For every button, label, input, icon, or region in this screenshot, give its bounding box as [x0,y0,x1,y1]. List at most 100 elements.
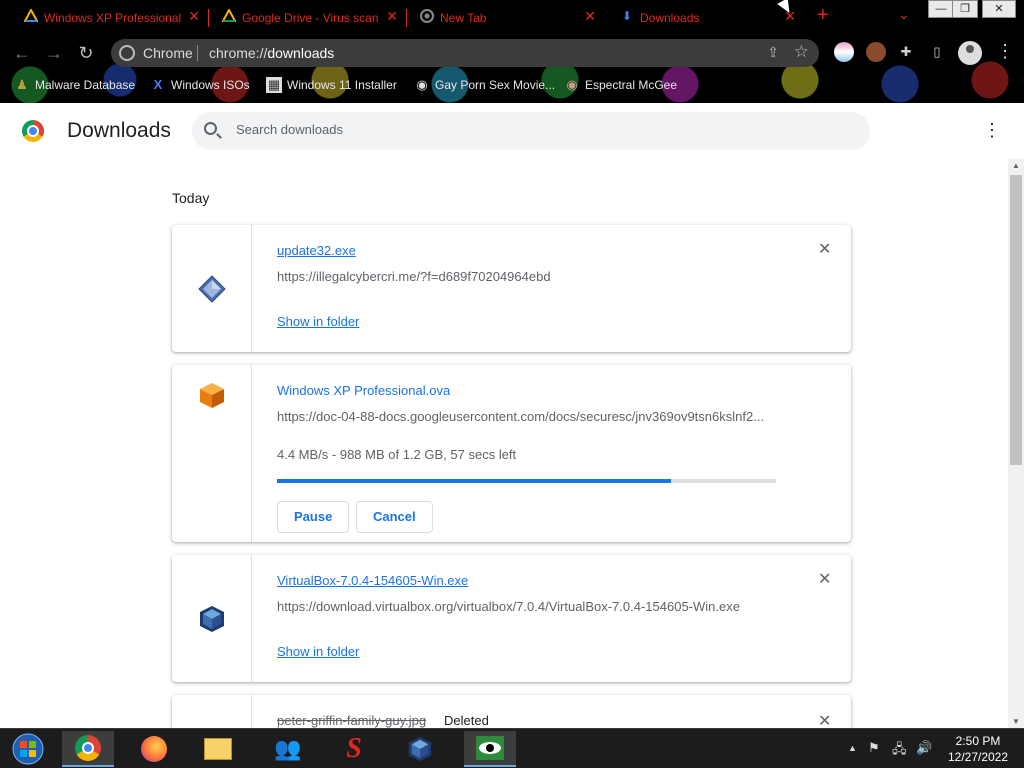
tab-search-chevron-icon[interactable]: ⌄ [898,6,910,23]
file-name-link[interactable]: VirtualBox-7.0.4-154605-Win.exe [277,573,468,588]
tab-downloads[interactable]: ⬇ Downloads ✕ [618,6,796,30]
extensions-puzzle-icon[interactable]: ✚ [896,42,916,62]
bookmarks-bar: ♟ Malware Database X Windows ISOs ▦ Wind… [0,71,1024,99]
side-panel-icon[interactable]: ▯ [927,42,947,62]
forward-button[interactable]: → [43,42,65,64]
bookmark-item[interactable]: ◉ Gay Porn Sex Movie... [414,77,555,93]
firefox-icon [141,736,167,762]
site-label: Chrome [143,45,193,61]
extension-flag-icon[interactable] [834,42,854,62]
image-icon: ▦ [266,77,282,93]
download-item: VirtualBox-7.0.4-154605-Win.exe https://… [172,555,851,682]
remove-close-icon[interactable]: ✕ [818,572,831,588]
tab-separator [406,9,407,27]
start-orb-icon [12,733,44,765]
tab-title: Google Drive - Virus scan [242,11,379,25]
address-bar[interactable]: Chrome chrome://downloads ⇪ ☆ [111,39,819,67]
restore-button[interactable]: ❐ [952,0,978,18]
bookmark-item[interactable]: ◉ Espectral McGee [564,77,677,93]
chrome-site-icon [119,45,135,61]
search-input[interactable] [236,122,836,137]
tab-title: Windows XP Professional [44,11,182,25]
eye-icon [476,736,504,760]
remove-close-icon[interactable]: ✕ [818,242,831,258]
network-icon[interactable]: 🖧 [892,740,907,762]
tab-title: Downloads [640,11,700,25]
date-section-label: Today [172,190,210,206]
pause-button[interactable]: Pause [277,501,350,533]
start-button[interactable] [6,732,50,766]
taskbar-virtualbox[interactable] [394,731,446,767]
tab-close-icon[interactable]: ✕ [584,8,596,25]
chrome-menu-icon[interactable]: ⋮ [996,41,1014,62]
tab-google-drive[interactable]: Google Drive - Virus scan ✕ [220,6,398,30]
action-center-flag-icon[interactable]: ⚑ [868,740,880,756]
chrome-icon [75,735,101,761]
people-icon: 👥 [274,736,302,761]
profile-avatar-icon[interactable] [958,41,982,65]
tab-close-icon[interactable]: ✕ [386,8,398,25]
virtualbox-icon [200,606,224,632]
site-icon: ◉ [566,77,578,92]
reload-button[interactable]: ↻ [75,42,97,64]
search-box[interactable] [192,112,870,150]
bookmark-item[interactable]: ♟ Malware Database [14,77,135,93]
bookmark-item[interactable]: ▦ Windows 11 Installer [266,77,397,93]
progress-bar-fill [277,479,672,483]
minimize-button[interactable]: — [928,0,954,18]
system-clock[interactable]: 2:50 PM 12/27/2022 [942,733,1014,765]
more-actions-icon[interactable]: ⋮ [983,121,1001,139]
browser-chrome: Windows XP Professional ✕ Google Drive -… [0,0,1024,103]
taskbar-chrome[interactable] [62,731,114,767]
new-tab-button[interactable]: + [817,4,829,27]
tab-separator [208,9,209,27]
file-name: Windows XP Professional.ova [277,383,451,398]
taskbar-people-app[interactable]: 👥 [262,731,314,767]
tab-new-tab[interactable]: New Tab ✕ [418,6,596,30]
source-url: https://download.virtualbox.org/virtualb… [277,599,740,614]
source-url: https://illegalcybercri.me/?f=d689f70204… [277,269,551,284]
red-s-logo-icon: S [346,733,362,764]
scroll-down-icon[interactable]: ▼ [1012,717,1020,726]
share-icon[interactable]: ⇪ [767,44,779,61]
scrollbar[interactable]: ▲ ▼ [1008,159,1024,728]
tab-close-icon[interactable]: ✕ [188,8,200,25]
download-item: update32.exe https://illegalcybercri.me/… [172,225,851,352]
taskbar-eye-app[interactable] [464,731,516,767]
show-in-folder-link[interactable]: Show in folder [277,314,359,329]
download-item-in-progress: Windows XP Professional.ova https://doc-… [172,365,851,542]
show-hidden-icons-icon[interactable]: ▲ [848,743,857,753]
chrome-icon [420,9,434,23]
show-in-folder-link[interactable]: Show in folder [277,644,359,659]
bookmark-item[interactable]: X Windows ISOs [150,77,250,93]
file-icon-column [172,225,252,352]
cancel-button[interactable]: Cancel [356,501,433,533]
file-name-link[interactable]: update32.exe [277,243,356,258]
download-icon: ⬇ [621,9,633,23]
taskbar: 👥 S ▲ ⚑ 🖧 🔊 2:50 PM 12/27/2022 [0,728,1024,768]
scroll-thumb[interactable] [1010,175,1022,465]
url-text[interactable]: chrome://downloads [209,45,334,61]
extension-avatar-icon[interactable] [866,42,886,62]
clock-date: 12/27/2022 [947,750,1009,764]
scroll-up-icon[interactable]: ▲ [1012,161,1020,170]
file-icon-column [172,555,252,682]
bookmark-star-icon[interactable]: ☆ [794,42,809,62]
person-icon: ♟ [16,77,28,92]
taskbar-s-app[interactable]: S [328,731,380,767]
back-button[interactable]: ← [11,42,33,64]
x-logo-icon: X [153,77,163,92]
source-url: https://doc-04-88-docs.googleusercontent… [277,409,765,424]
close-window-button[interactable]: ✕ [982,0,1016,18]
taskbar-firefox[interactable] [128,731,180,767]
download-status: 4.4 MB/s - 988 MB of 1.2 GB, 57 secs lef… [277,447,517,462]
file-name-deleted: peter-griffin-family-guy.jpg [277,713,427,728]
site-icon: ◉ [416,77,428,92]
volume-icon[interactable]: 🔊 [916,740,932,756]
tab-windows-xp[interactable]: Windows XP Professional ✕ [22,6,200,30]
tab-title: New Tab [440,11,487,25]
file-icon-column [172,365,252,542]
downloads-page: Downloads ⋮ ▲ ▼ Today update32.exe https… [0,103,1024,755]
taskbar-file-explorer[interactable] [192,731,244,767]
toolbar: ← → ↻ Chrome chrome://downloads ⇪ ☆ ✚ ▯ … [0,37,1024,69]
